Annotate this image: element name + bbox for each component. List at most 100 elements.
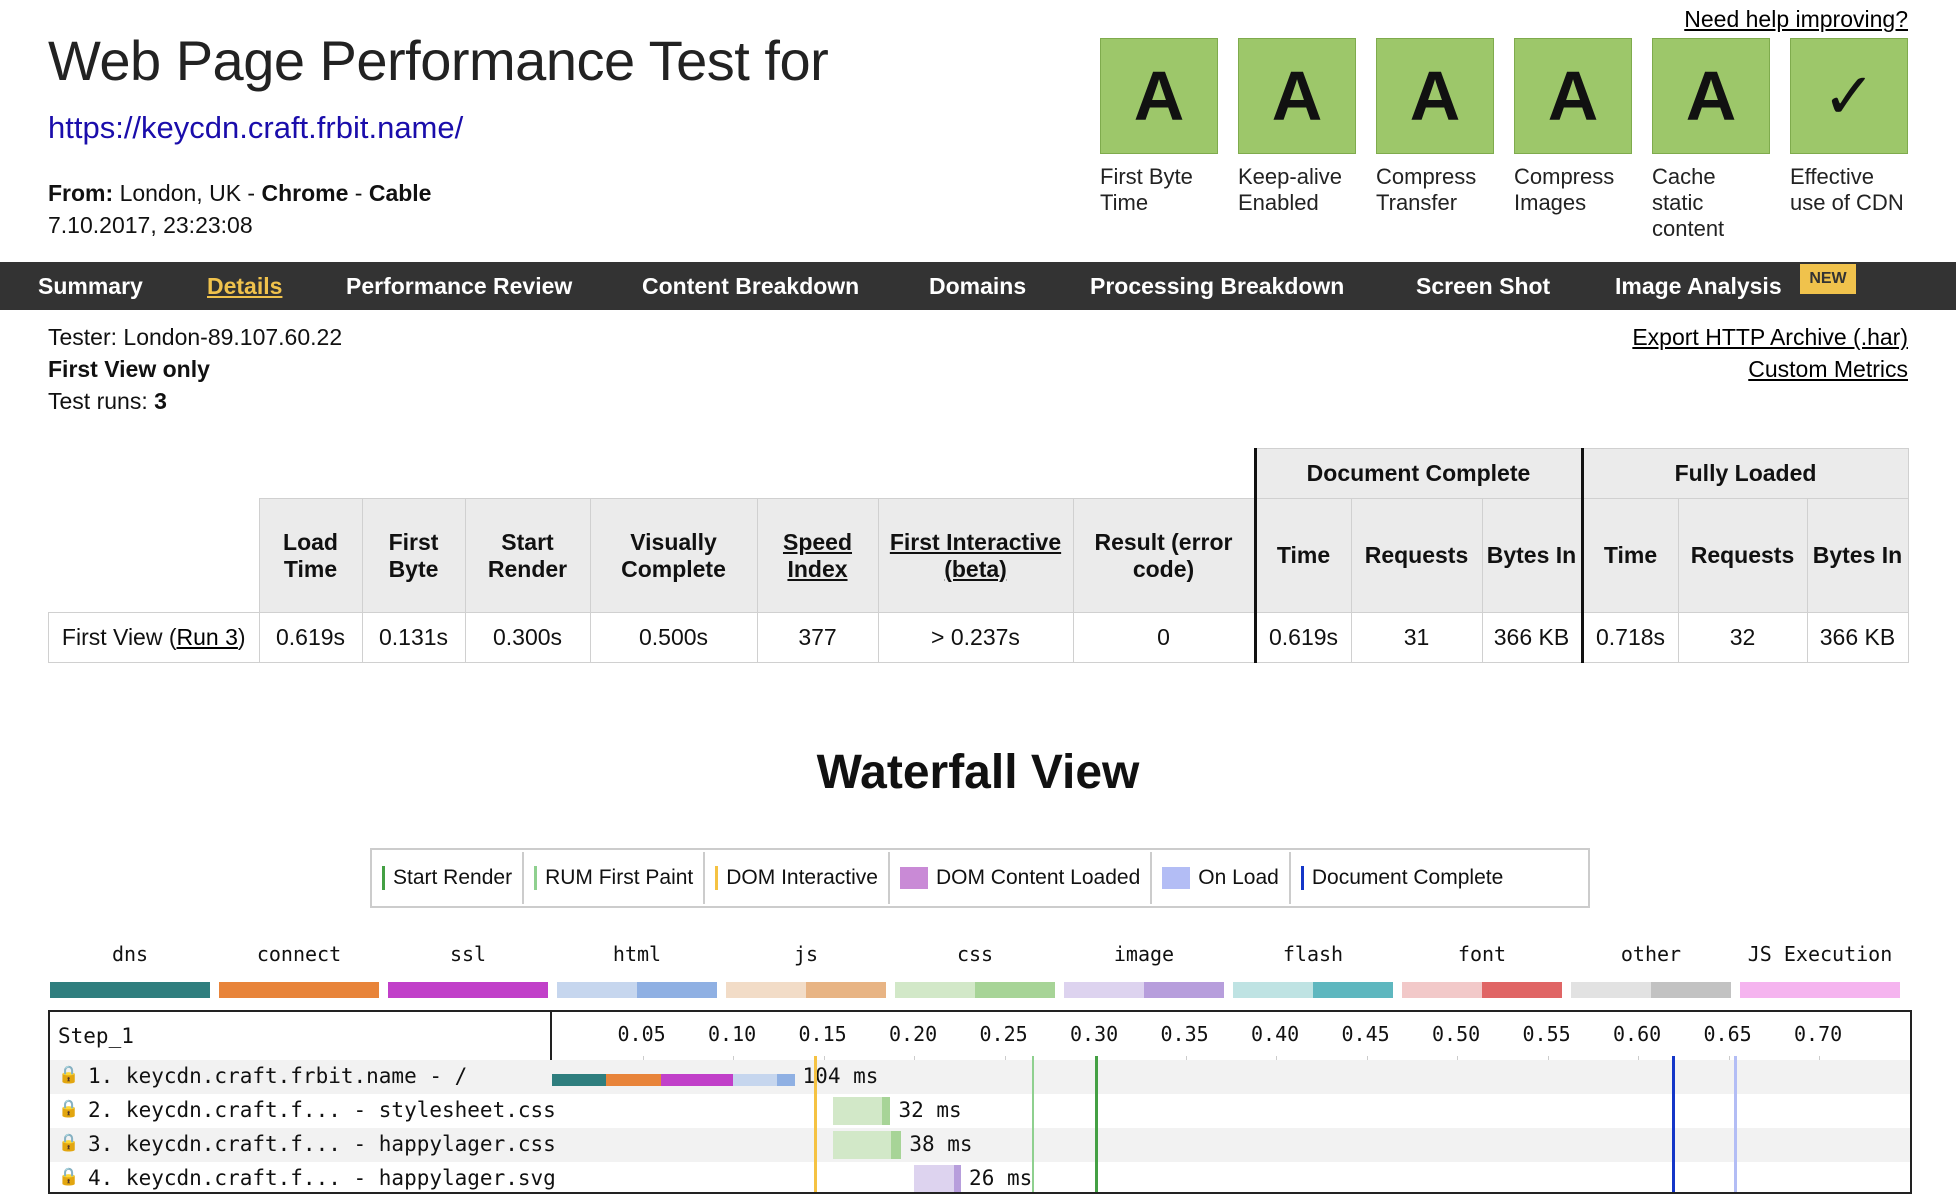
group-document-complete: Document Complete — [1253, 448, 1583, 499]
lock-icon: 🔒 — [58, 1133, 80, 1153]
th-first-interactive[interactable]: First Interactive (beta) — [877, 498, 1074, 613]
request-bar-segment — [954, 1165, 962, 1192]
request-label[interactable]: 1. keycdn.craft.frbit.name - / — [88, 1064, 467, 1088]
test-runs: Test runs: 3 — [48, 388, 167, 415]
scale-tick-label: 0.70 — [1794, 1022, 1843, 1046]
cell-result: 0 — [1072, 612, 1256, 663]
checkmark-icon[interactable]: ✓ — [1790, 38, 1908, 154]
type-swatch-image — [1064, 982, 1224, 998]
tab-details[interactable]: Details — [207, 262, 282, 310]
legend-document-complete: Document Complete — [1291, 852, 1513, 904]
request-label[interactable]: 3. keycdn.craft.f... - happylager.css — [88, 1132, 556, 1156]
grade-cdn[interactable]: ✓ Effective use of CDN — [1790, 38, 1908, 216]
type-label-js: js — [793, 942, 819, 966]
cell-visually-complete: 0.500s — [589, 612, 758, 663]
tab-performance-review[interactable]: Performance Review — [346, 262, 572, 310]
cell-first-interactive: > 0.237s — [877, 612, 1074, 663]
scale-tick-label: 0.10 — [708, 1022, 757, 1046]
row-label-first-view: First View (Run 3) — [48, 612, 260, 663]
th-speed-index[interactable]: Speed Index — [756, 498, 879, 613]
legend-on-load: On Load — [1152, 852, 1291, 904]
row-label-text: First View ( — [61, 624, 177, 650]
from-separator: - — [354, 180, 363, 206]
legend-label: On Load — [1198, 866, 1279, 889]
type-swatch-css — [895, 982, 1055, 998]
legend-swatch — [382, 866, 385, 890]
grade-compress-images[interactable]: A Compress Images — [1514, 38, 1632, 216]
marker-start-render — [1095, 1056, 1098, 1192]
custom-metrics-link[interactable]: Custom Metrics — [1748, 356, 1908, 383]
grade-label: Compress Images — [1514, 164, 1615, 215]
export-har-link[interactable]: Export HTTP Archive (.har) — [1632, 324, 1908, 351]
cell-doc-bytes: 366 KB — [1481, 612, 1583, 663]
legend-label: Document Complete — [1311, 866, 1504, 889]
request-bar-segment — [777, 1074, 795, 1086]
legend-swatch — [1300, 866, 1304, 890]
grade-badge[interactable]: A — [1100, 38, 1218, 154]
from-connection: Cable — [368, 180, 432, 206]
legend-label: Start Render — [393, 866, 513, 889]
type-swatch-connect — [219, 982, 379, 998]
grade-label: Keep-alive Enabled — [1238, 164, 1342, 215]
grade-badge[interactable]: A — [1376, 38, 1494, 154]
tab-domains[interactable]: Domains — [929, 262, 1026, 310]
grade-cache-static[interactable]: A Cache static content — [1652, 38, 1770, 242]
request-bar-segment — [832, 1097, 882, 1125]
tab-content-breakdown[interactable]: Content Breakdown — [642, 262, 859, 310]
scale-tick-label: 0.55 — [1522, 1022, 1571, 1046]
request-label[interactable]: 2. keycdn.craft.f... - stylesheet.css — [88, 1098, 556, 1122]
page-title: Web Page Performance Test for — [48, 29, 829, 92]
tab-processing-breakdown[interactable]: Processing Breakdown — [1090, 262, 1344, 310]
type-label-js-execution: JS Execution — [1747, 942, 1893, 966]
legend-rum-first-paint: RUM First Paint — [524, 852, 706, 904]
legend-swatch — [899, 867, 928, 889]
grade-badge[interactable]: A — [1652, 38, 1770, 154]
results-nav-bar: Summary Details Performance Review Conte… — [0, 262, 1956, 310]
lock-icon: 🔒 — [58, 1099, 80, 1119]
scale-tick-label: 0.30 — [1070, 1022, 1119, 1046]
th-first-byte: First Byte — [361, 498, 466, 613]
scale-tick-label: 0.25 — [979, 1022, 1028, 1046]
table-row[interactable]: 🔒 2. keycdn.craft.f... - stylesheet.css 32… — [50, 1094, 1910, 1128]
request-duration: 38 ms — [909, 1132, 973, 1156]
waterfall-title: Waterfall View — [816, 746, 1140, 799]
table-row[interactable]: 🔒 3. keycdn.craft.f... - happylager.css 38… — [50, 1128, 1910, 1162]
grade-keep-alive[interactable]: A Keep-alive Enabled — [1238, 38, 1356, 216]
grade-compress-transfer[interactable]: A Compress Transfer — [1376, 38, 1494, 216]
tested-url-link[interactable]: https://keycdn.craft.frbit.name/ — [48, 110, 463, 146]
tab-screen-shot[interactable]: Screen Shot — [1416, 262, 1550, 310]
table-row: First View (Run 3) 0.619s 0.131s 0.300s … — [48, 612, 1909, 663]
from-browser: Chrome — [261, 180, 349, 206]
type-label-css: css — [956, 942, 994, 966]
test-location: From: London, UK - Chrome - Cable — [48, 180, 431, 207]
table-row[interactable]: 🔒 4. keycdn.craft.f... - happylager.svg 26… — [50, 1162, 1910, 1192]
request-label[interactable]: 4. keycdn.craft.f... - happylager.svg — [88, 1166, 556, 1190]
scale-tick-label: 0.60 — [1613, 1022, 1662, 1046]
type-label-ssl: ssl — [449, 942, 487, 966]
request-bar-segment — [881, 1097, 891, 1125]
grade-first-byte-time[interactable]: A First Byte Time — [1100, 38, 1218, 216]
legend-label: DOM Interactive — [726, 866, 878, 889]
run-3-link[interactable]: Run 3 — [177, 624, 238, 650]
grade-badge[interactable]: A — [1238, 38, 1356, 154]
marker-document-complete — [1672, 1056, 1676, 1192]
scale-tick-label: 0.35 — [1160, 1022, 1209, 1046]
cell-doc-requests: 31 — [1350, 612, 1483, 663]
legend-swatch — [1162, 867, 1191, 889]
tab-summary[interactable]: Summary — [38, 262, 143, 310]
help-improving-link[interactable]: Need help improving? — [1684, 6, 1908, 33]
scale-tick-label: 0.15 — [798, 1022, 847, 1046]
table-row[interactable]: 🔒 1. keycdn.craft.frbit.name - /104 ms — [50, 1060, 1910, 1094]
tester-info: Tester: London-89.107.60.22 — [48, 324, 343, 350]
scale-tick-label: 0.20 — [889, 1022, 938, 1046]
grade-label: Effective use of CDN — [1790, 164, 1904, 215]
request-duration: 26 ms — [969, 1166, 1033, 1190]
waterfall-legend: Start Render RUM First Paint DOM Interac… — [370, 848, 1590, 908]
cell-first-byte: 0.131s — [361, 612, 466, 663]
grade-label: Cache static content — [1652, 164, 1725, 241]
grade-badge[interactable]: A — [1514, 38, 1632, 154]
view-info: First View only — [48, 356, 210, 382]
tab-image-analysis[interactable]: Image Analysis — [1615, 262, 1782, 310]
table-corner — [48, 498, 259, 613]
row-label-end: ) — [237, 624, 246, 650]
